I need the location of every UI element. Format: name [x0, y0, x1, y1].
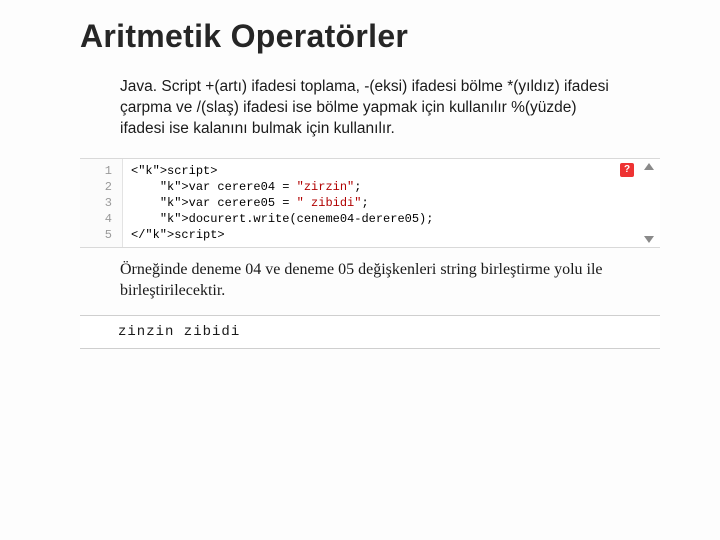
code-content: <"k">script> "k">var cerere04 = "zirzin"…	[123, 159, 660, 247]
code-editor: 1 2 3 4 5 <"k">script> "k">var cerere04 …	[80, 158, 660, 248]
error-badge-icon[interactable]: ?	[620, 163, 634, 177]
scroll-down-icon[interactable]	[644, 236, 654, 243]
line-number: 5	[80, 227, 112, 243]
line-number: 3	[80, 195, 112, 211]
line-number: 2	[80, 179, 112, 195]
line-number: 1	[80, 163, 112, 179]
output-result: zinzin zibidi	[80, 315, 660, 349]
line-number: 4	[80, 211, 112, 227]
line-number-gutter: 1 2 3 4 5	[80, 159, 123, 247]
slide: Aritmetik Operatörler Java. Script +(art…	[0, 0, 720, 540]
intro-paragraph: Java. Script +(artı) ifadesi toplama, -(…	[120, 77, 620, 140]
page-title: Aritmetik Operatörler	[80, 18, 660, 55]
example-description: Örneğinde deneme 04 ve deneme 05 değişke…	[120, 260, 620, 302]
scroll-up-icon[interactable]	[644, 163, 654, 170]
